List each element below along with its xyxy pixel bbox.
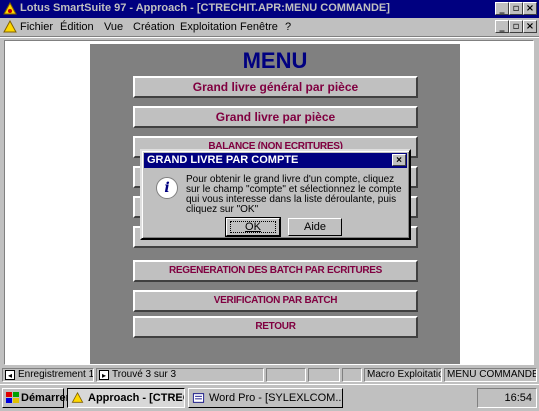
status-bar: ◂ Enregistrement 1 ▸ Trouvé 3 sur 3 Macro … <box>0 367 539 383</box>
regeneration-batch-button[interactable]: REGENERATION DES BATCH PAR ECRITURES <box>133 260 418 282</box>
task-approach[interactable]: Approach - [CTRECR... <box>67 388 185 408</box>
info-icon: i <box>156 177 178 199</box>
view-field[interactable]: MENU COMMANDE <box>444 368 537 382</box>
record-text: Enregistrement 1 <box>18 369 94 380</box>
doc-minimize-button[interactable]: _ <box>495 20 509 33</box>
found-text: Trouvé 3 sur 3 <box>112 369 177 380</box>
menu-fichier[interactable]: Fichier <box>20 21 53 33</box>
wordpro-app-icon <box>192 393 205 403</box>
taskbar: Démarrer Approach - [CTRECR... Word Pro … <box>0 384 539 411</box>
minimize-button[interactable]: _ <box>495 2 509 15</box>
menu-creation[interactable]: Création <box>133 21 175 33</box>
status-empty-2 <box>308 368 340 382</box>
menu-title: MENU <box>242 48 308 73</box>
lotus-app-icon <box>3 2 17 15</box>
maximize-button[interactable]: ▫ <box>509 2 523 15</box>
windows-logo-icon <box>6 392 19 403</box>
status-empty-1 <box>266 368 306 382</box>
menu-bar: Fichier Édition Vue Création Exploitatio… <box>0 18 539 36</box>
window-title: Lotus SmartSuite 97 - Approach - [CTRECH… <box>20 2 390 14</box>
start-button[interactable]: Démarrer <box>2 388 70 408</box>
window-controls: _ ▫ × <box>495 2 537 15</box>
task-approach-label: Approach - [CTRECR... <box>88 392 184 404</box>
focus-rect <box>230 221 276 233</box>
menu-fenetre[interactable]: Fenêtre <box>240 21 278 33</box>
record-nav-icon[interactable]: ◂ <box>5 370 15 380</box>
document-window-controls: _ ▫ × <box>495 20 537 33</box>
menu-separator <box>0 36 539 38</box>
ok-button[interactable]: OK <box>225 217 281 237</box>
dialog-title[interactable]: GRAND LIVRE PAR COMPTE <box>144 153 407 168</box>
grand-livre-general-button[interactable]: Grand livre général par pièce <box>133 76 418 98</box>
verification-batch-button[interactable]: VERIFICATION PAR BATCH <box>133 290 418 312</box>
menu-vue[interactable]: Vue <box>104 21 123 33</box>
dialog-message: Pour obtenir le grand livre d'un compte,… <box>186 174 402 215</box>
menu-help[interactable]: ? <box>285 21 291 33</box>
task-wordpro[interactable]: Word Pro - [SYLEXLCOM... <box>188 388 343 408</box>
start-label: Démarrer <box>21 392 70 404</box>
doc-maximize-button[interactable]: ▫ <box>509 20 523 33</box>
aide-button[interactable]: Aide <box>288 218 342 236</box>
grand-livre-piece-button[interactable]: Grand livre par pièce <box>133 106 418 128</box>
doc-close-button[interactable]: × <box>523 20 537 33</box>
menu-edition[interactable]: Édition <box>60 21 94 33</box>
retour-button[interactable]: RETOUR <box>133 316 418 338</box>
title-bar[interactable]: Lotus SmartSuite 97 - Approach - [CTRECH… <box>0 0 539 18</box>
document-icon[interactable] <box>3 20 17 34</box>
aide-label: Aide <box>303 221 327 233</box>
find-icon[interactable]: ▸ <box>99 370 109 380</box>
approach-app-icon <box>71 392 84 403</box>
clock[interactable]: 16:54 <box>504 392 532 404</box>
dialog-close-button[interactable]: × <box>392 154 406 166</box>
system-tray: 16:54 <box>477 388 537 408</box>
macro-field[interactable]: Macro Exploitation <box>364 368 442 382</box>
found-field[interactable]: ▸ Trouvé 3 sur 3 <box>96 368 264 382</box>
task-wordpro-label: Word Pro - [SYLEXLCOM... <box>209 392 343 404</box>
menu-exploitation[interactable]: Exploitation <box>180 21 237 33</box>
status-empty-3 <box>342 368 362 382</box>
close-button[interactable]: × <box>523 2 537 15</box>
grand-livre-dialog: GRAND LIVRE PAR COMPTE × i Pour obtenir … <box>140 149 411 240</box>
record-field[interactable]: ◂ Enregistrement 1 <box>2 368 94 382</box>
